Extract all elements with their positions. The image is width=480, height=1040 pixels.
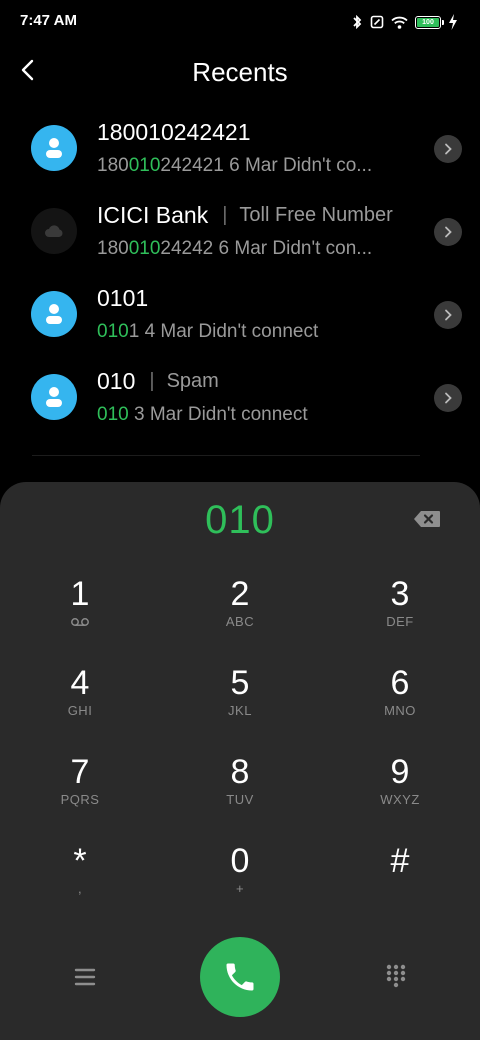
key-letters: WXYZ <box>380 792 420 807</box>
contact-icon <box>46 138 62 158</box>
key-5[interactable]: 5 JKL <box>160 659 320 748</box>
keypad: 1 2 ABC 3 DEF 4 GHI 5 JKL 6 MNO 7 PQRS 8… <box>0 570 480 926</box>
key-3[interactable]: 3 DEF <box>320 570 480 659</box>
phone-icon <box>226 963 254 991</box>
key-letters: + <box>235 881 245 896</box>
recent-detail: 180010242421 6 Mar Didn't co... <box>97 155 373 176</box>
details-button[interactable] <box>434 135 462 163</box>
key-digit: 5 <box>230 664 250 702</box>
header: Recents <box>0 44 480 100</box>
key-9[interactable]: 9 WXYZ <box>320 748 480 837</box>
details-button[interactable] <box>434 384 462 412</box>
key-digit: # <box>390 842 410 880</box>
call-button[interactable] <box>200 937 280 1017</box>
number-tag: Spam <box>166 370 219 392</box>
key-digit: 3 <box>390 575 410 613</box>
avatar <box>31 291 77 337</box>
dialed-number[interactable]: 010 <box>0 498 480 543</box>
menu-icon <box>74 968 96 986</box>
recent-detail: 010 3 Mar Didn't connect <box>97 404 308 425</box>
chevron-right-icon <box>445 309 452 321</box>
menu-button[interactable] <box>70 965 100 989</box>
key-0[interactable]: 0 + <box>160 837 320 926</box>
dialer-panel: 010 1 2 ABC 3 DEF 4 GHI 5 JKL 6 MNO 7 PQ… <box>0 482 480 1040</box>
backspace-icon <box>414 511 440 527</box>
recent-call-row[interactable]: 0101 0101 4 Mar Didn't connect <box>0 273 480 356</box>
wifi-icon <box>391 16 408 29</box>
key-letters: PQRS <box>60 792 100 807</box>
key-hash[interactable]: # <box>320 837 480 926</box>
page-title: Recents <box>192 57 288 87</box>
key-star[interactable]: * , <box>0 837 160 926</box>
key-digit: 6 <box>390 664 410 702</box>
key-digit: 4 <box>70 664 90 702</box>
avatar <box>31 208 77 254</box>
recent-call-row[interactable]: 180010242421 180010242421 6 Mar Didn't c… <box>0 107 480 190</box>
key-digit: 9 <box>390 753 410 791</box>
recent-name: 180010242421 <box>97 119 251 145</box>
key-letters: ABC <box>225 614 255 629</box>
recent-name: ICICI Bank | Toll Free Number <box>97 202 393 228</box>
chevron-right-icon <box>445 143 452 155</box>
chevron-right-icon <box>445 392 452 404</box>
status-bar: 7:47 AM 100 <box>0 0 480 44</box>
recent-detail: 0101 4 Mar Didn't connect <box>97 321 319 342</box>
key-letters: DEF <box>386 614 414 629</box>
key-digit: 1 <box>70 575 90 613</box>
key-digit: 7 <box>70 753 90 791</box>
status-time: 7:47 AM <box>20 12 77 29</box>
recents-list: 180010242421 180010242421 6 Mar Didn't c… <box>0 107 480 439</box>
cloud-icon <box>45 225 63 237</box>
name-separator: | <box>222 204 228 226</box>
charging-icon <box>448 14 458 30</box>
bluetooth-icon <box>351 15 363 29</box>
key-7[interactable]: 7 PQRS <box>0 748 160 837</box>
recent-call-row[interactable]: ICICI Bank | Toll Free Number 18001024242 … <box>0 190 480 273</box>
key-4[interactable]: 4 GHI <box>0 659 160 748</box>
chevron-right-icon <box>445 226 452 238</box>
key-2[interactable]: 2 ABC <box>160 570 320 659</box>
key-1[interactable]: 1 <box>0 570 160 659</box>
voicemail-icon <box>0 617 160 627</box>
key-8[interactable]: 8 TUV <box>160 748 320 837</box>
battery-level: 100 <box>417 17 439 27</box>
key-6[interactable]: 6 MNO <box>320 659 480 748</box>
battery-icon: 100 <box>415 15 444 29</box>
name-separator: | <box>149 370 155 392</box>
status-icons: 100 <box>351 12 458 32</box>
avatar <box>31 125 77 171</box>
number-tag: Toll Free Number <box>239 204 393 226</box>
dialer-bottom-bar <box>0 937 480 1017</box>
details-button[interactable] <box>434 301 462 329</box>
key-letters: GHI <box>67 703 93 718</box>
recent-name: 0101 <box>97 285 149 311</box>
recent-detail: 18001024242 6 Mar Didn't con... <box>97 238 373 259</box>
details-button[interactable] <box>434 218 462 246</box>
recent-call-row[interactable]: 010 | Spam 010 3 Mar Didn't connect <box>0 356 480 439</box>
nfc-icon <box>370 15 384 29</box>
key-letters: TUV <box>226 792 254 807</box>
key-digit: 0 <box>230 842 250 880</box>
key-letters: , <box>77 881 83 896</box>
list-divider <box>32 455 420 456</box>
key-letters: JKL <box>228 703 252 718</box>
backspace-button[interactable] <box>412 509 442 529</box>
key-digit: * <box>73 842 87 880</box>
key-letters: MNO <box>384 703 416 718</box>
key-digit: 8 <box>230 753 250 791</box>
avatar <box>31 374 77 420</box>
contact-icon <box>46 304 62 324</box>
recent-name: 010 | Spam <box>97 368 219 394</box>
contact-icon <box>46 387 62 407</box>
dialpad-icon <box>386 964 406 988</box>
key-digit: 2 <box>230 575 250 613</box>
keypad-toggle-button[interactable] <box>382 962 410 990</box>
